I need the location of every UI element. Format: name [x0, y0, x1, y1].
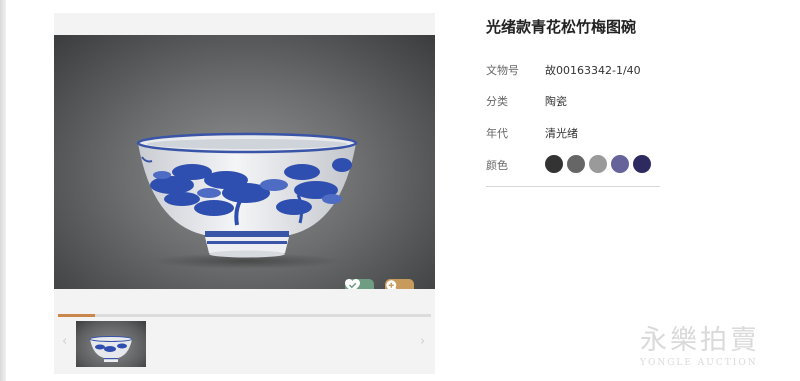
spec-label-era: 年代	[486, 127, 508, 140]
image-gallery: ‹ ›	[54, 13, 435, 374]
zoom-in-icon	[386, 280, 397, 289]
color-swatch-light-gray[interactable]	[589, 155, 607, 173]
heart-check-icon	[345, 279, 360, 289]
thumbnail-bowl-illustration	[89, 336, 133, 362]
zoom-button[interactable]	[385, 279, 414, 289]
yongle-auction-logo: 永樂拍賣 YONGLE AUCTION	[640, 318, 780, 368]
logo-chinese-text: 永樂拍賣	[640, 325, 760, 356]
spec-label-object-number: 文物号	[486, 64, 519, 77]
artifact-title: 光绪款青花松竹梅图碗	[486, 18, 637, 36]
main-artifact-photo[interactable]	[54, 35, 435, 289]
thumb-next-button[interactable]: ›	[420, 334, 425, 349]
logo-english-text: YONGLE AUCTION	[640, 358, 758, 368]
color-swatch-dark-gray[interactable]	[567, 155, 585, 173]
spec-label-color: 颜色	[486, 159, 508, 172]
spec-value-category: 陶瓷	[545, 95, 567, 108]
details-divider	[486, 186, 660, 187]
favorite-button[interactable]	[345, 279, 374, 289]
left-edge-shadow	[0, 0, 6, 381]
gallery-progress-fill	[58, 314, 96, 317]
bowl-illustration	[136, 132, 358, 269]
thumb-prev-button[interactable]: ‹	[62, 334, 67, 349]
color-swatch-purple-blue[interactable]	[611, 155, 629, 173]
color-swatch-navy[interactable]	[633, 155, 651, 173]
thumbnail-1[interactable]	[76, 321, 146, 367]
spec-value-object-number: 故00163342-1/40	[545, 64, 641, 77]
color-swatch-black[interactable]	[545, 155, 563, 173]
spec-value-era: 清光绪	[545, 127, 578, 140]
spec-label-category: 分类	[486, 95, 508, 108]
gallery-progress-track	[58, 314, 431, 317]
